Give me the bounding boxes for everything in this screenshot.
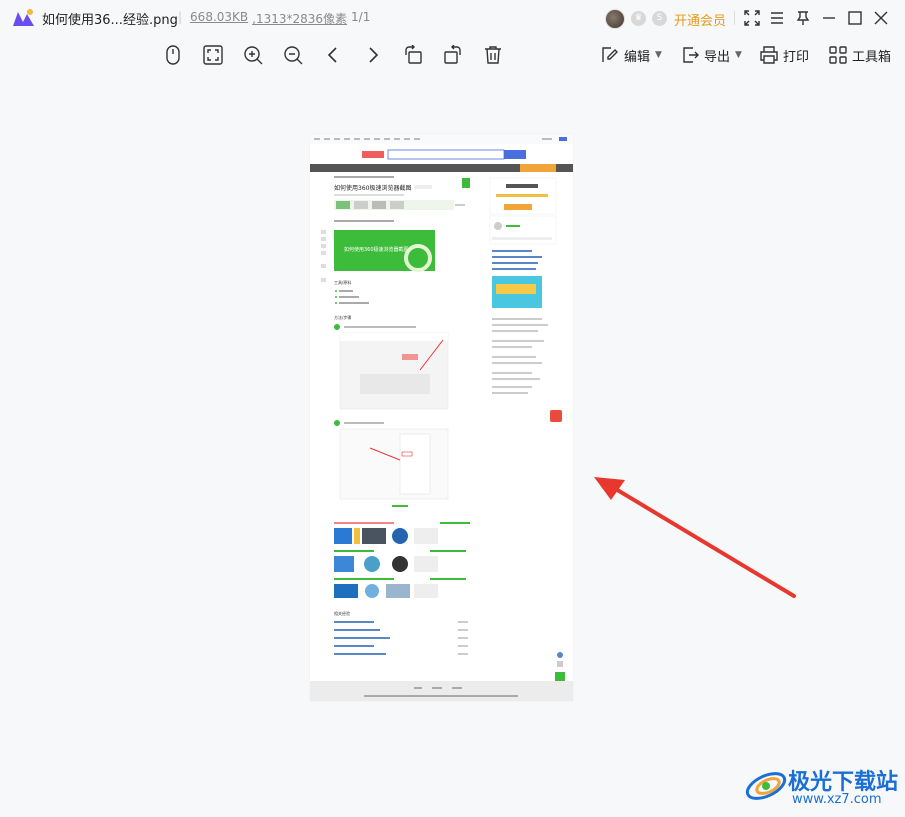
vip-button[interactable]: 开通会员 — [674, 10, 726, 29]
zoom-in-icon[interactable] — [241, 43, 265, 67]
toolbox-button[interactable]: 工具箱 — [829, 43, 891, 67]
chevron-down-icon: ▼ — [735, 50, 742, 60]
export-icon — [683, 47, 699, 63]
pin-icon[interactable] — [793, 8, 813, 28]
watermark-logo-icon — [745, 772, 787, 800]
export-button[interactable]: 导出 ▼ — [681, 43, 742, 67]
article-title: 如何使用360极速浏览器截图 — [334, 184, 411, 192]
print-button[interactable]: 打印 — [760, 43, 809, 67]
rotate-left-icon[interactable] — [401, 43, 425, 67]
divider — [734, 11, 735, 25]
zoom-out-icon[interactable] — [281, 43, 305, 67]
hero-text: 如何使用360极速浏览器截图 — [344, 246, 409, 253]
related-heading: 相关经验 — [334, 610, 350, 616]
toolbox-label: 工具箱 — [852, 49, 892, 65]
watermark: 极光下载站 www.xz7.com — [744, 762, 904, 810]
app-logo-icon — [13, 9, 34, 26]
tools-heading: 工具/原料 — [334, 279, 351, 285]
screenshot-preview: 如何使用360极速浏览器截图 如何使用360极速浏览器截图 工具/原料 方法/步… — [310, 134, 573, 701]
user-avatar[interactable] — [605, 9, 625, 29]
minimize-icon[interactable] — [819, 8, 839, 28]
fit-window-icon[interactable] — [201, 43, 225, 67]
steps-heading: 方法/步骤 — [334, 314, 351, 320]
file-size: 668.03KB — [190, 10, 249, 24]
page-index: 1/1 — [351, 10, 371, 24]
edit-icon — [602, 47, 618, 62]
previous-icon[interactable] — [321, 43, 345, 67]
chevron-down-icon: ▼ — [655, 50, 662, 60]
toolbar: 编辑 ▼ 导出 ▼ 打印 工具箱 — [0, 40, 905, 70]
rotate-right-icon[interactable] — [441, 43, 465, 67]
image-canvas[interactable]: 如何使用360极速浏览器截图 如何使用360极速浏览器截图 工具/原料 方法/步… — [310, 134, 573, 701]
edit-label: 编辑 — [624, 49, 651, 65]
toolbox-icon — [829, 46, 847, 64]
edit-button[interactable]: 编辑 ▼ — [601, 43, 662, 67]
image-dimensions: ,1313*2836像素 — [252, 12, 348, 26]
file-title: 如何使用36...经验.png — [42, 13, 178, 28]
watermark-url: www.xz7.com — [792, 792, 882, 807]
export-label: 导出 — [704, 49, 731, 65]
level-badge-icon[interactable]: ♛ — [631, 11, 646, 26]
mouse-mode-icon[interactable] — [161, 43, 185, 67]
fullscreen-icon[interactable] — [742, 8, 762, 28]
delete-icon[interactable] — [481, 43, 505, 67]
next-icon[interactable] — [361, 43, 385, 67]
printer-icon — [760, 46, 778, 64]
close-icon[interactable] — [871, 8, 891, 28]
coin-badge-icon[interactable]: S — [652, 11, 667, 26]
title-bar: 如何使用36...经验.png | 668.03KB ,1313*2836像素 … — [0, 0, 905, 36]
maximize-icon[interactable] — [845, 8, 865, 28]
menu-icon[interactable] — [767, 8, 787, 28]
file-meta: | 668.03KB ,1313*2836像素 1/1 — [178, 10, 371, 26]
print-label: 打印 — [783, 49, 810, 65]
